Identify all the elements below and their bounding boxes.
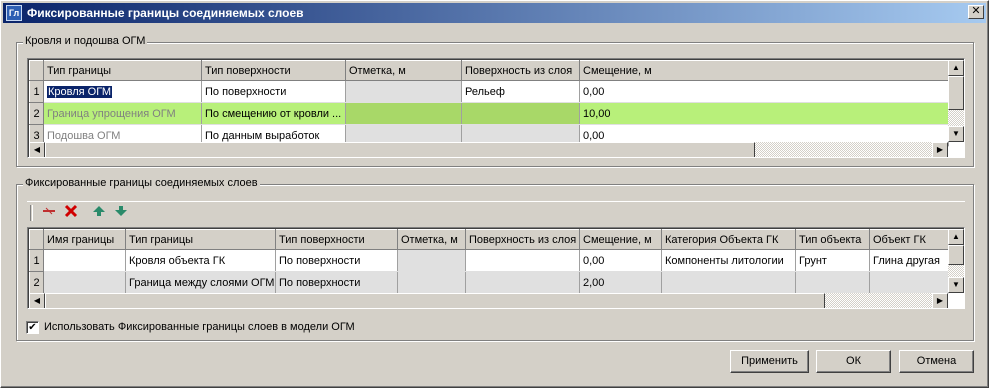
object-category-cell[interactable]: Компоненты литологии [661,249,796,272]
column-header[interactable]: Тип границы [125,229,276,250]
offset-cell[interactable]: 0,00 [579,249,662,272]
ok-button[interactable]: ОК [816,350,891,373]
scroll-right-icon[interactable]: ▶ [932,293,948,308]
row-number[interactable]: 2 [29,102,44,125]
scroll-left-icon[interactable]: ◀ [29,293,45,308]
vertical-scrollbar[interactable]: ▲ ▼ [948,229,964,293]
column-header[interactable]: Тип поверхности [201,60,346,81]
roof-and-base-group: Кровля и подошва ОГМ Тип границы Тип пов… [16,35,974,167]
scroll-down-icon[interactable]: ▼ [948,277,964,293]
dialog-window: Гл Фиксированные границы соединяемых сло… [0,0,989,388]
corner-cell [29,60,44,81]
surface-type-cell[interactable]: По поверхности [275,271,398,294]
elevation-cell [345,80,462,103]
table-header-row: Тип границы Тип поверхности Отметка, м П… [29,60,949,81]
use-fixed-boundaries-label[interactable]: Использовать Фиксированные границы слоев… [44,321,355,333]
scroll-thumb[interactable] [45,142,755,157]
row-number[interactable]: 1 [29,249,44,272]
column-header[interactable]: Смещение, м [579,60,949,81]
object-cell[interactable] [869,271,949,294]
move-up-icon[interactable] [89,204,109,222]
vertical-scrollbar[interactable]: ▲ ▼ [948,60,964,142]
column-header[interactable]: Отметка, м [397,229,466,250]
fixed-boundaries-group: Фиксированные границы соединяемых слоев [16,177,974,341]
elevation-cell [397,271,466,294]
scroll-right-icon[interactable]: ▶ [932,142,948,157]
scroll-up-icon[interactable]: ▲ [948,60,964,76]
boundary-type-cell[interactable]: Кровля ОГМ [43,80,202,103]
toolbar [27,201,965,223]
boundary-name-cell[interactable] [43,249,126,272]
surface-type-cell[interactable]: По смещению от кровли ... [201,102,346,125]
surface-from-layer-cell[interactable]: Рельеф [461,80,580,103]
roof-and-base-group-label: Кровля и подошва ОГМ [23,35,148,47]
corner-cell [29,229,44,250]
apply-button[interactable]: Применить [730,350,809,373]
object-type-cell[interactable] [795,271,870,294]
table-row[interactable]: 2 Граница между слоями ОГМ По поверхност… [29,271,949,294]
surface-from-layer-cell[interactable] [465,271,580,294]
boundary-name-cell[interactable] [43,271,126,294]
column-header[interactable]: Смещение, м [579,229,662,250]
column-header[interactable]: Тип границы [43,60,202,81]
use-fixed-boundaries-checkbox[interactable]: ✔ [26,321,39,334]
boundary-type-text: Кровля ОГМ [47,85,113,98]
toolbar-grip [30,205,33,221]
horizontal-scrollbar[interactable]: ◀ ▶ [29,293,948,308]
delete-icon[interactable] [61,204,81,222]
fixed-boundaries-table: Имя границы Тип границы Тип поверхности … [29,229,949,294]
fixed-boundaries-grid: Имя границы Тип границы Тип поверхности … [27,227,965,309]
offset-cell[interactable]: 2,00 [579,271,662,294]
column-header[interactable]: Категория Объекта ГК [661,229,796,250]
roof-and-base-table: Тип границы Тип поверхности Отметка, м П… [29,60,949,147]
column-header[interactable]: Объект ГК [869,229,949,250]
offset-cell[interactable]: 0,00 [579,80,949,103]
column-header[interactable]: Поверхность из слоя [461,60,580,81]
table-row[interactable]: 1 Кровля ОГМ По поверхности Рельеф 0,00 [29,80,949,103]
surface-from-layer-cell [461,102,580,125]
column-header[interactable]: Тип поверхности [275,229,398,250]
window-title: Фиксированные границы соединяемых слоев [27,6,304,20]
scroll-thumb[interactable] [948,245,964,265]
fixed-boundaries-group-label: Фиксированные границы соединяемых слоев [23,177,260,189]
object-cell[interactable]: Глина другая [869,249,949,272]
horizontal-scrollbar[interactable]: ◀ ▶ [29,142,948,157]
table-header-row: Имя границы Тип границы Тип поверхности … [29,229,949,250]
surface-type-cell[interactable]: По поверхности [201,80,346,103]
delete-row-icon[interactable] [39,204,59,222]
surface-from-layer-cell[interactable] [465,249,580,272]
scroll-thumb[interactable] [45,293,825,308]
scroll-left-icon[interactable]: ◀ [29,142,45,157]
app-icon: Гл [6,5,22,21]
row-number[interactable]: 2 [29,271,44,294]
surface-type-cell[interactable]: По поверхности [275,249,398,272]
table-row[interactable]: 1 Кровля объекта ГК По поверхности 0,00 … [29,249,949,272]
row-number[interactable]: 1 [29,80,44,103]
scroll-up-icon[interactable]: ▲ [948,229,964,245]
roof-and-base-grid: Тип границы Тип поверхности Отметка, м П… [27,58,965,158]
column-header[interactable]: Имя границы [43,229,126,250]
move-down-icon[interactable] [111,204,131,222]
table-row[interactable]: 2 Граница упрощения ОГМ По смещению от к… [29,102,949,125]
cancel-button[interactable]: Отмена [899,350,974,373]
title-bar[interactable]: Гл Фиксированные границы соединяемых сло… [3,3,986,23]
elevation-cell [345,102,462,125]
boundary-type-cell[interactable]: Граница между слоями ОГМ [125,271,276,294]
elevation-cell [397,249,466,272]
scroll-thumb[interactable] [948,76,964,110]
boundary-type-cell[interactable]: Граница упрощения ОГМ [43,102,202,125]
column-header[interactable]: Тип объекта [795,229,870,250]
object-category-cell[interactable] [661,271,796,294]
column-header[interactable]: Поверхность из слоя [465,229,580,250]
close-button[interactable]: ✕ [968,5,984,19]
column-header[interactable]: Отметка, м [345,60,462,81]
object-type-cell[interactable]: Грунт [795,249,870,272]
boundary-type-cell[interactable]: Кровля объекта ГК [125,249,276,272]
offset-cell[interactable]: 10,00 [579,102,949,125]
scroll-down-icon[interactable]: ▼ [948,126,964,142]
